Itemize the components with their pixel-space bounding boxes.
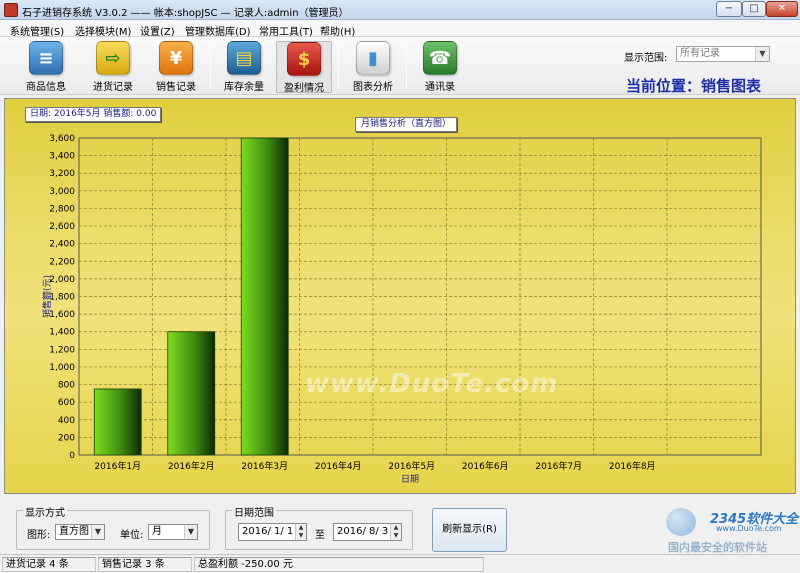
refresh-button[interactable]: 刷新显示(R) [432, 508, 507, 552]
tool-chart-analysis[interactable]: ▮ 图表分析 [345, 41, 401, 93]
y-tick-label: 3,400 [49, 152, 75, 162]
close-button[interactable]: ✕ [766, 1, 798, 17]
menu-system[interactable]: 系统管理(S) [10, 23, 64, 38]
chevron-down-icon: ▼ [184, 525, 197, 539]
tool-sales[interactable]: ¥ 销售记录 [148, 41, 204, 93]
y-tick-label: 800 [58, 381, 75, 391]
unit-select[interactable]: 月 ▼ [148, 524, 198, 540]
x-tick-label: 2016年4月 [315, 460, 362, 472]
status-sales-count: 销售记录 3 条 [98, 557, 192, 572]
y-tick-label: 3,200 [49, 169, 75, 179]
y-tick-label: 2,600 [49, 222, 75, 232]
toolbar: ≡ 商品信息 ⇨ 进货记录 ¥ 销售记录 ▤ 库存余量 $ 盈利情况 ▮ 图表分… [0, 37, 800, 95]
bar [93, 388, 142, 456]
display-mode-group: 显示方式 图形: 直方图 ▼ 单位: 月 ▼ [16, 504, 210, 550]
x-tick-label: 2016年5月 [388, 460, 435, 472]
y-tick-label: 1,800 [49, 293, 75, 303]
tool-profit[interactable]: $ 盈利情况 [276, 41, 332, 94]
x-tick-label: 2016年8月 [609, 460, 656, 472]
tool-stock-in[interactable]: ⇨ 进货记录 [85, 41, 141, 93]
spin-icon[interactable]: ▲ ▼ [390, 524, 401, 540]
title-bar: 石子进销存系统 V3.0.2 —— 帐本:shopJSC — 记录人:admin… [0, 0, 800, 20]
spin-icon[interactable]: ▲ ▼ [295, 524, 306, 540]
chart-title-button[interactable]: 月销售分析（直方图） [355, 117, 458, 132]
y-tick-label: 2,200 [49, 257, 75, 267]
menu-module[interactable]: 选择模块(M) [75, 23, 131, 38]
shape-select[interactable]: 直方图 ▼ [55, 524, 105, 540]
y-tick-label: 2,000 [49, 275, 75, 285]
date-from-picker[interactable]: 2016/ 1/ 1 ▲ ▼ [238, 523, 307, 541]
phone-icon: ☎ [423, 41, 457, 75]
x-tick-label: 2016年7月 [535, 460, 582, 472]
y-tick-label: 1,400 [49, 328, 75, 338]
y-axis-label: 销售额(元) [41, 275, 53, 318]
document-icon: ≡ [29, 41, 63, 75]
bar [240, 137, 289, 456]
chart-icon: ▮ [356, 41, 390, 75]
tool-inventory[interactable]: ▤ 库存余量 [216, 41, 272, 93]
status-total-profit: 总盈利额 -250.00 元 [194, 557, 484, 572]
y-tick-label: 0 [69, 451, 75, 461]
x-tick-label: 2016年1月 [94, 460, 141, 472]
y-tick-label: 1,600 [49, 310, 75, 320]
y-tick-label: 1,200 [49, 345, 75, 355]
date-to-picker[interactable]: 2016/ 8/ 3 ▲ ▼ [333, 523, 402, 541]
watermark: www.DuoTe.com [305, 369, 559, 399]
profit-icon: $ [287, 42, 321, 76]
y-tick-label: 400 [58, 416, 75, 426]
brand-watermark: 2345软件大全 www.DuoTe.com 国内最安全的软件站 [660, 504, 800, 554]
minimize-button[interactable]: − [716, 1, 742, 17]
chevron-down-icon: ▼ [91, 525, 104, 539]
y-tick-label: 200 [58, 433, 75, 443]
menu-database[interactable]: 管理数据库(D) [185, 23, 251, 38]
y-tick-label: 2,400 [49, 240, 75, 250]
toolbar-separator [338, 43, 339, 89]
status-purchase-count: 进货记录 4 条 [2, 557, 96, 572]
date-range-group: 日期范围 2016/ 1/ 1 ▲ ▼ 至 2016/ 8/ 3 ▲ ▼ [225, 504, 413, 550]
bar [167, 331, 216, 456]
x-tick-label: 2016年3月 [241, 460, 288, 472]
y-tick-label: 600 [58, 398, 75, 408]
toolbar-separator [210, 43, 211, 89]
x-tick-label: 2016年2月 [168, 460, 215, 472]
menu-bar: 系统管理(S) 选择模块(M) 设置(Z) 管理数据库(D) 常用工具(T) 帮… [0, 20, 800, 38]
x-axis-label: 日期 [401, 474, 419, 485]
x-tick-label: 2016年6月 [462, 460, 509, 472]
inventory-icon: ▤ [227, 41, 261, 75]
menu-settings[interactable]: 设置(Z) [140, 23, 175, 38]
sales-bar-chart: 0 200 400 600 800 1,000 1,200 1,400 1,600 1,800 2,… [41, 134, 762, 485]
window-title: 石子进销存系统 V3.0.2 —— 帐本:shopJSC — 记录人:admin… [22, 8, 349, 19]
y-tick-label: 3,000 [49, 187, 75, 197]
brand-logo-icon [666, 508, 696, 536]
menu-tools[interactable]: 常用工具(T) [259, 23, 313, 38]
date-sales-badge: 日期: 2016年5月 销售额: 0.00 [25, 107, 162, 122]
sales-icon: ¥ [159, 41, 193, 75]
y-tick-label: 3,600 [49, 134, 75, 144]
status-bar: 进货记录 4 条 销售记录 3 条 总盈利额 -250.00 元 [0, 554, 800, 573]
chart-panel: 0 200 400 600 800 1,000 1,200 1,400 1,600 1,800 2,… [4, 98, 796, 494]
maximize-button[interactable]: □ [742, 1, 766, 17]
stock-in-icon: ⇨ [96, 41, 130, 75]
current-location: 当前位置：销售图表 [626, 77, 762, 95]
toolbar-separator [406, 43, 407, 89]
chevron-down-icon: ▼ [755, 47, 769, 61]
range-label: 显示范围: [624, 53, 668, 64]
menu-help[interactable]: 帮助(H) [320, 23, 355, 38]
y-tick-label: 2,800 [49, 204, 75, 214]
y-tick-label: 1,000 [49, 363, 75, 373]
tool-product-info[interactable]: ≡ 商品信息 [18, 41, 74, 93]
tool-contacts[interactable]: ☎ 通讯录 [412, 41, 468, 93]
app-icon [4, 3, 18, 17]
range-select[interactable]: 所有记录 ▼ [676, 46, 770, 62]
